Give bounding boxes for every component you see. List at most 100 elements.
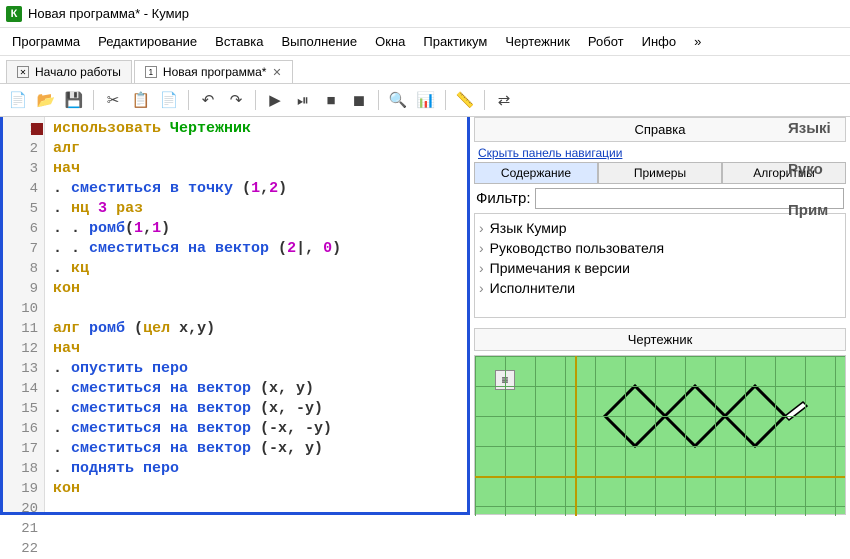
code-line[interactable]: алг ромб (цел x,y) [53, 319, 467, 339]
code-token: x,y) [170, 320, 215, 337]
code-token: сместиться в точку [71, 180, 233, 197]
code-line[interactable]: кон [53, 479, 467, 499]
step-button[interactable]: ⏯ [291, 88, 315, 112]
code-token: сместиться на вектор [71, 440, 251, 457]
code-line[interactable]: алг [53, 139, 467, 159]
code-line[interactable]: . кц [53, 259, 467, 279]
tree-item-label: Язык Кумир [490, 220, 567, 236]
code-line[interactable]: кон [53, 279, 467, 299]
editor-tab[interactable]: 1Новая программа*✕ [134, 60, 293, 83]
line-gutter: 12345678910111213141516171819202122 [3, 117, 45, 512]
code-editor[interactable]: использовать Чертежникалгнач. сместиться… [45, 117, 467, 512]
undo-button[interactable]: ↶ [196, 88, 220, 112]
code-line[interactable] [53, 299, 467, 319]
ruler-button[interactable]: 📏 [453, 88, 477, 112]
tree-item[interactable]: Руководство пользователя [479, 238, 841, 258]
code-line[interactable]: . опустить перо [53, 359, 467, 379]
tab-label: Начало работы [35, 65, 121, 79]
copy-button[interactable]: 📋 [129, 88, 153, 112]
tree-item[interactable]: Исполнители [479, 278, 841, 298]
code-token [161, 120, 170, 137]
drafter-drawing [475, 356, 845, 516]
tree-item-label: Исполнители [490, 280, 575, 296]
code-line[interactable]: . поднять перо [53, 459, 467, 479]
save-button[interactable]: 💾 [62, 88, 86, 112]
menu-item[interactable]: Выполнение [281, 34, 357, 49]
new-button[interactable]: 📄 [6, 88, 30, 112]
code-token: цел [143, 320, 170, 337]
help-title: Справка [474, 117, 846, 142]
code-line[interactable] [53, 519, 467, 539]
menu-item[interactable]: Практикум [423, 34, 487, 49]
menu-item[interactable]: Программа [12, 34, 80, 49]
code-token: алг [53, 320, 80, 337]
menu-item[interactable]: Окна [375, 34, 405, 49]
help-tab[interactable]: Содержание [474, 162, 598, 184]
menu-item[interactable]: » [694, 34, 701, 49]
code-line[interactable]: . сместиться на вектор (x, -y) [53, 399, 467, 419]
help-tab[interactable]: Алгоритмы [722, 162, 846, 184]
tree-item-label: Примечания к версии [490, 260, 630, 276]
halt-button[interactable]: ◼ [347, 88, 371, 112]
code-token: , [143, 220, 152, 237]
toolbar: 📄📂💾✂📋📄↶↷▶⏯■◼🔍📊📏⇄ [0, 84, 850, 117]
code-line[interactable] [53, 499, 467, 519]
code-line[interactable]: . сместиться на вектор (x, y) [53, 379, 467, 399]
hide-nav-link[interactable]: Скрыть панель навигации [474, 144, 846, 162]
code-token: . [53, 420, 71, 437]
menu-item[interactable]: Чертежник [505, 34, 570, 49]
close-icon[interactable]: ✕ [272, 66, 281, 79]
code-token: использовать [53, 120, 161, 137]
tab-label: Новая программа* [163, 65, 267, 79]
code-token: 0 [323, 240, 332, 257]
tree-item[interactable]: Примечания к версии [479, 258, 841, 278]
open-button[interactable]: 📂 [34, 88, 58, 112]
code-line[interactable]: . . сместиться на вектор (2|, 0) [53, 239, 467, 259]
code-line[interactable]: нач [53, 339, 467, 359]
help-tab[interactable]: Примеры [598, 162, 722, 184]
paste-button[interactable]: 📄 [157, 88, 181, 112]
menu-item[interactable]: Вставка [215, 34, 263, 49]
drafter-canvas[interactable]: ≡ [474, 355, 846, 515]
stop-button[interactable]: ■ [319, 88, 343, 112]
window-title: Новая программа* - Кумир [28, 6, 189, 21]
code-token: 2 [287, 240, 296, 257]
code-token: . [53, 260, 71, 277]
code-token: кц [71, 260, 89, 277]
run-button[interactable]: ▶ [263, 88, 287, 112]
inspect-button[interactable]: 🔍 [386, 88, 410, 112]
breakpoint-icon[interactable] [31, 123, 43, 135]
code-line[interactable]: . нц 3 раз [53, 199, 467, 219]
code-token: 2 [269, 180, 278, 197]
tree-item[interactable]: Язык Кумир [479, 218, 841, 238]
menu-item[interactable]: Редактирование [98, 34, 197, 49]
menu-item[interactable]: Инфо [642, 34, 676, 49]
tree-button[interactable]: 📊 [414, 88, 438, 112]
toggle-button[interactable]: ⇄ [492, 88, 516, 112]
tab-icon: ✕ [17, 66, 29, 78]
code-token: опустить перо [71, 360, 188, 377]
toolbar-separator [378, 90, 379, 110]
filter-row: Фильтр: [474, 184, 846, 213]
code-line[interactable]: использовать Чертежник [53, 119, 467, 139]
menu-item[interactable]: Робот [588, 34, 624, 49]
code-token: ( [125, 220, 134, 237]
code-token: . . [53, 240, 89, 257]
code-token: (-x, -y) [251, 420, 332, 437]
filter-input[interactable] [535, 188, 844, 209]
code-line[interactable]: . . ромб(1,1) [53, 219, 467, 239]
help-tabs: СодержаниеПримерыАлгоритмы [474, 162, 846, 184]
cut-button[interactable]: ✂ [101, 88, 125, 112]
code-token: 1 [251, 180, 260, 197]
tree-item-label: Руководство пользователя [490, 240, 664, 256]
code-token: нач [53, 160, 80, 177]
editor-tab[interactable]: ✕ Начало работы [6, 60, 132, 83]
code-line[interactable]: . сместиться на вектор (-x, y) [53, 439, 467, 459]
code-line[interactable]: . сместиться на вектор (-x, -y) [53, 419, 467, 439]
redo-button[interactable]: ↷ [224, 88, 248, 112]
code-line[interactable]: . сместиться в точку (1,2) [53, 179, 467, 199]
code-token: кон [53, 280, 80, 297]
code-line[interactable] [53, 539, 467, 559]
code-line[interactable]: нач [53, 159, 467, 179]
toolbar-separator [188, 90, 189, 110]
